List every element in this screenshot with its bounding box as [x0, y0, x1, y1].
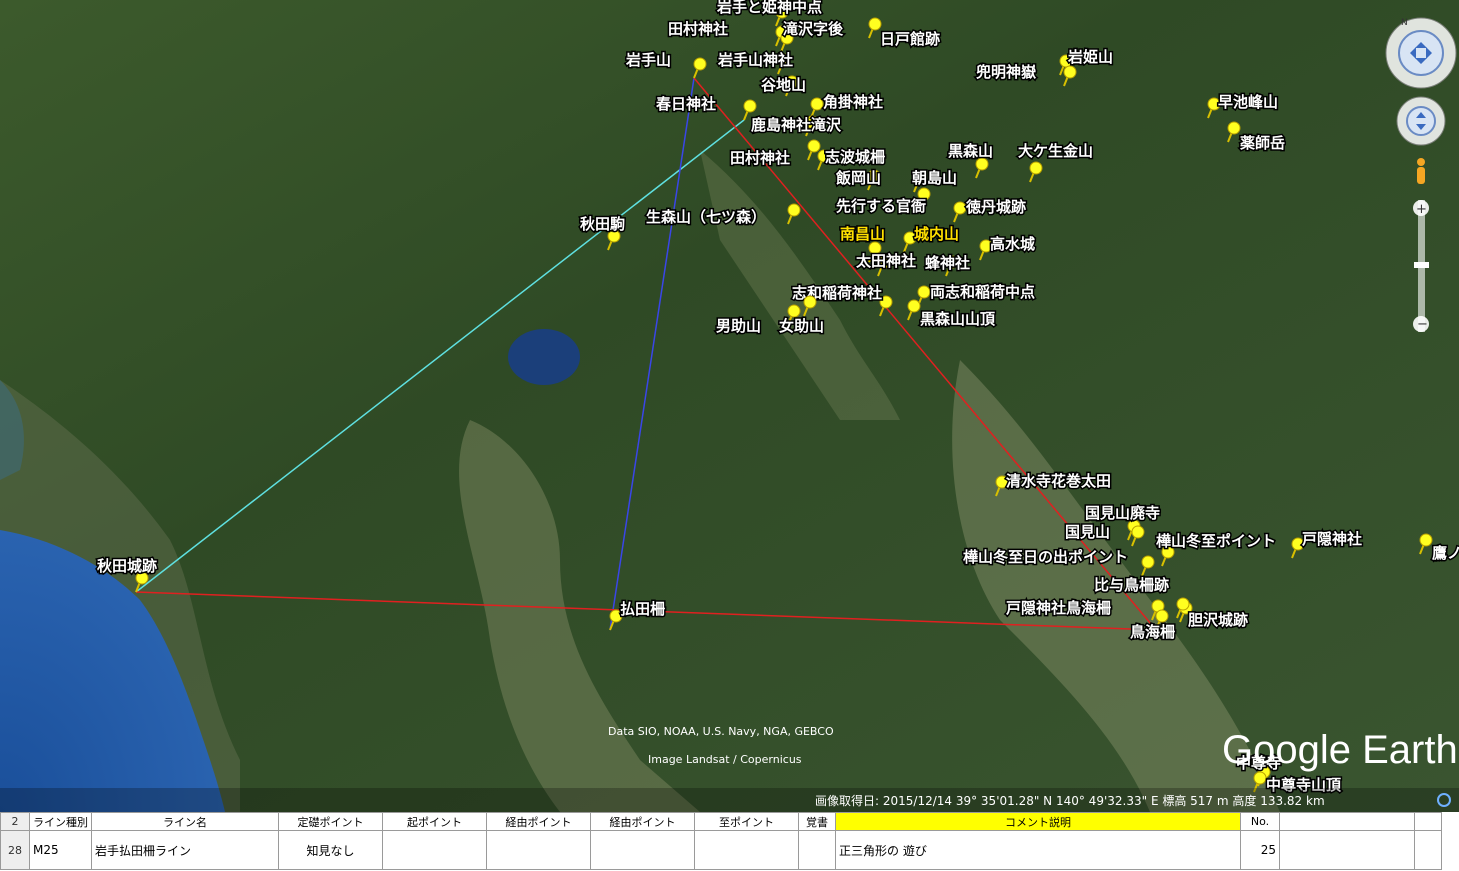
placemark-label: 大ケ生金山: [1018, 142, 1093, 160]
placemark-label: 樺山冬至ポイント: [1156, 532, 1276, 550]
header-line-type[interactable]: ライン種別: [29, 812, 92, 831]
placemark[interactable]: 飯岡山: [834, 168, 883, 191]
placemark-label: 岩姫山: [1067, 48, 1113, 66]
svg-text:+: +: [1416, 202, 1427, 217]
cell-line-type[interactable]: M25: [29, 830, 92, 870]
placemark-label: 薬師岳: [1239, 134, 1285, 152]
placemark-label: 田村神社: [668, 20, 728, 38]
header-memo[interactable]: 覚書: [798, 812, 836, 831]
google-earth-logo: Google Earth: [1222, 728, 1458, 772]
placemark-label: 樺山冬至日の出ポイント: [963, 548, 1128, 566]
placemark-label: 女助山: [779, 317, 824, 335]
cell-via-point-1[interactable]: [486, 830, 591, 870]
cell-start-point[interactable]: [382, 830, 487, 870]
cell-foundation-point[interactable]: 知見なし: [278, 830, 383, 870]
cell-number[interactable]: 25: [1240, 830, 1280, 870]
street-view-pegman-icon[interactable]: [1417, 158, 1425, 184]
placemark-label: 先行する官衙: [836, 197, 926, 215]
placemark-label: 戸隠神社: [1302, 530, 1362, 548]
terrain-background: [0, 0, 1459, 812]
placemark-label: 男助山: [716, 317, 761, 335]
placemark-label: 早池峰山: [1218, 93, 1278, 111]
lake: [508, 329, 580, 385]
placemark-label: 胆沢城跡: [1188, 611, 1248, 629]
status-bar: 画像取得日: 2015/12/14 39° 35'01.28" N 140° 4…: [815, 793, 1325, 808]
move-control[interactable]: [1396, 96, 1446, 146]
spreadsheet[interactable]: 2 ライン種別 ライン名 定礎ポイント 起ポイント 経由ポイント 経由ポイント …: [0, 812, 1459, 871]
cell-via-point-2[interactable]: [590, 830, 695, 870]
placemark-label: 戸隠神社鳥海柵: [1006, 599, 1111, 617]
placemark-label: 兜明神嶽: [976, 63, 1037, 81]
placemark-label: 生森山（七ツ森）: [646, 208, 766, 226]
placemark-label: 高水城: [990, 235, 1035, 253]
header-start-point[interactable]: 起ポイント: [382, 812, 487, 831]
placemark-label: 秋田駒: [580, 215, 625, 233]
placemark-label: 太田神社: [856, 252, 916, 270]
image-credit: Image Landsat / Copernicus: [648, 753, 802, 766]
data-credit: Data SIO, NOAA, U.S. Navy, NGA, GEBCO: [608, 725, 834, 738]
cell-comment[interactable]: 正三角形の 遊び: [835, 830, 1241, 870]
placemark[interactable]: 鹿島神社滝沢: [750, 115, 844, 137]
satellite-map[interactable]: 岩手と姫神中点田村神社 滝沢字後日戸館跡岩手山 岩手山神社 岩姫山兜明神嶽谷地山春日神…: [0, 0, 1459, 812]
placemark-label: 角掛神社: [823, 93, 883, 111]
placemark-label: 比与鳥柵跡: [1094, 576, 1169, 594]
zoom-slider-thumb: [1414, 262, 1429, 268]
header-comment[interactable]: コメント説明: [835, 812, 1241, 831]
header-end-point[interactable]: 至ポイント: [694, 812, 799, 831]
header-line-name[interactable]: ライン名: [91, 812, 279, 831]
map-view[interactable]: 岩手と姫神中点田村神社 滝沢字後日戸館跡岩手山 岩手山神社 岩姫山兜明神嶽谷地山春日神…: [0, 0, 1459, 812]
placemark-label: 国見山: [1065, 523, 1110, 541]
placemark-label: 黒森山山頂: [920, 310, 996, 328]
row-number[interactable]: 28: [0, 830, 30, 870]
svg-text:N: N: [1401, 18, 1408, 28]
placemark-label: 黒森山: [948, 142, 993, 160]
placemark-label: 岩手と姫神中点: [716, 0, 822, 16]
empty-cell[interactable]: [1279, 812, 1415, 831]
placemark-label: 岩手山神社: [717, 51, 793, 69]
cell-line-name[interactable]: 岩手払田柵ライン: [91, 830, 279, 870]
placemark-label: 両志和稲荷中点: [930, 283, 1035, 301]
placemark-label: 徳丹城跡: [965, 198, 1026, 216]
placemark-label: 鷹ノ: [1432, 544, 1459, 562]
placemark-label: 国見山廃寺: [1085, 504, 1160, 522]
placemark-label: 田村神社: [730, 149, 790, 167]
placemark-label: 岩手山: [625, 51, 671, 69]
row-number[interactable]: 2: [0, 812, 30, 831]
placemark-label: 滝沢字後: [783, 20, 844, 38]
header-number[interactable]: No.: [1240, 812, 1280, 831]
placemark-label: 鳥海柵: [1130, 623, 1175, 641]
header-foundation-point[interactable]: 定礎ポイント: [278, 812, 383, 831]
cell-memo[interactable]: [798, 830, 836, 870]
cell-end-point[interactable]: [694, 830, 799, 870]
placemark-label: 朝島山: [912, 169, 957, 187]
placemark-label: 南昌山: [840, 225, 885, 243]
empty-cell[interactable]: [1279, 830, 1415, 870]
header-via-point-1[interactable]: 経由ポイント: [486, 812, 591, 831]
placemark-label: 志波城柵: [825, 148, 885, 166]
header-via-point-2[interactable]: 経由ポイント: [590, 812, 695, 831]
placemark-label: 鹿島神社滝沢: [751, 116, 842, 134]
placemark[interactable]: 谷地山: [760, 75, 808, 97]
placemark-label: 蜂神社: [925, 254, 970, 272]
svg-text:−: −: [1417, 317, 1428, 332]
placemark-label: 城内山: [914, 225, 959, 243]
look-control[interactable]: N: [1385, 17, 1457, 89]
placemark-label: 谷地山: [761, 76, 806, 94]
empty-cell[interactable]: [1414, 830, 1442, 870]
empty-cell[interactable]: [1414, 812, 1442, 831]
placemark-label: 日戸館跡: [880, 30, 940, 48]
placemark-label: 飯岡山: [835, 169, 881, 187]
placemark-label: 春日神社: [656, 95, 716, 113]
placemark-label: 秋田城跡: [97, 557, 157, 575]
placemark-label: 払田柵: [620, 600, 665, 618]
placemark-label: 清水寺花巻太田: [1006, 472, 1111, 490]
